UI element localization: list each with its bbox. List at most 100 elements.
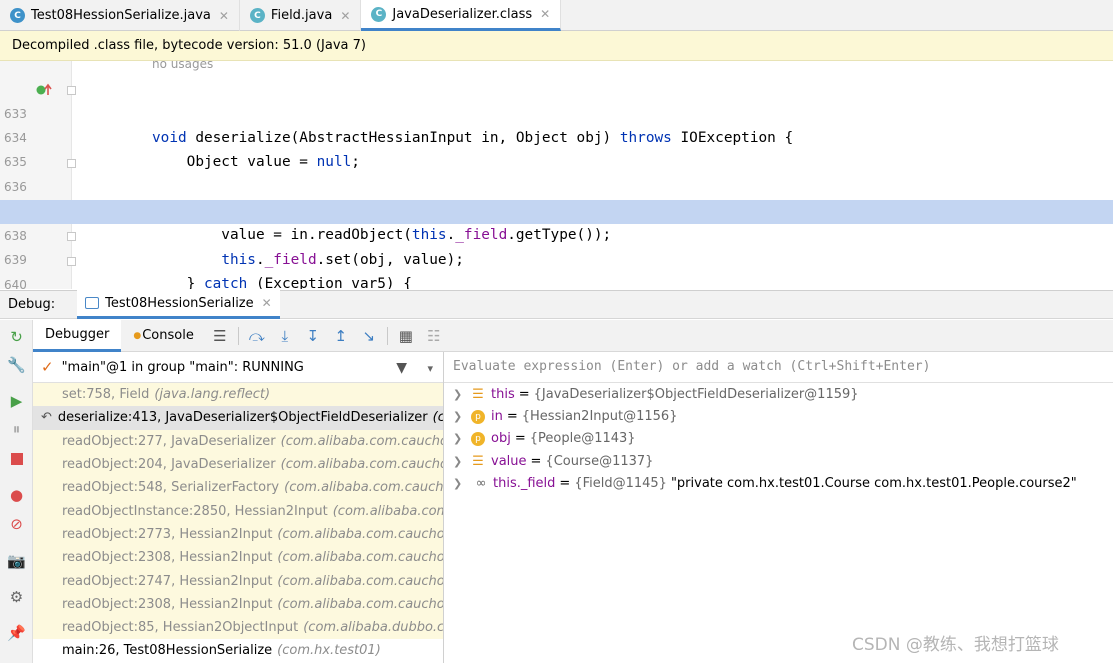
stack-frame[interactable]: set:758, Field (java.lang.reflect) [33, 383, 443, 407]
tab-test08hessionserialize[interactable]: C Test08HessionSerialize.java ✕ [0, 0, 240, 31]
fold-marker-icon[interactable] [67, 257, 76, 266]
menu-icon[interactable]: ☰ [206, 325, 234, 347]
tab-field[interactable]: C Field.java ✕ [240, 0, 362, 31]
variable-value: {Hessian2Input@1156} [521, 409, 678, 425]
stack-frame[interactable]: readObject:2308, Hessian2Input (com.aliba… [33, 546, 443, 570]
tab-label: Field.java [270, 8, 333, 23]
frame-method: deserialize:413, JavaDeserializer$Object… [57, 410, 428, 426]
session-label: Test08HessionSerialize [105, 295, 254, 311]
watermark: CSDN @教练、我想打篮球 [852, 635, 1059, 655]
stop-icon[interactable] [8, 450, 25, 467]
stack-frame[interactable]: readObject:85, Hessian2ObjectInput (com.a… [33, 615, 443, 640]
fold-marker-icon[interactable] [67, 159, 76, 168]
param-icon: p [471, 431, 485, 446]
variable-row[interactable]: ❯ ☰ this = {JavaDeserializer$ObjectField… [444, 383, 1113, 405]
frame-package: (com.alibaba.com.caucho. [280, 457, 443, 473]
variable-value: {People@1143} [529, 431, 636, 447]
usages-hint[interactable]: no usages [152, 61, 213, 71]
field-list-icon: ☰ [472, 386, 484, 402]
run-config-icon [85, 297, 100, 309]
step-over-icon[interactable]: ⤓ [271, 325, 299, 347]
view-breakpoints-icon[interactable]: ● [8, 486, 25, 504]
frame-method: readObject:2773, Hessian2Input [62, 526, 273, 542]
stack-frame-selected[interactable]: ↶ deserialize:413, JavaDeserializer$Obje… [33, 406, 443, 430]
frame-package: (co [432, 410, 443, 426]
wrench-icon[interactable]: 🔧 [7, 356, 26, 374]
frames-panel: ✓ "main"@1 in group "main": RUNNING ▼ ▾ … [33, 352, 444, 663]
step-into-icon[interactable]: ↧ [299, 325, 327, 347]
chevron-right-icon[interactable]: ❯ [453, 477, 471, 490]
frame-package: (com.alibaba.com.caucho [284, 480, 443, 496]
class-file-icon: C [249, 8, 265, 23]
tab-console[interactable]: ● Console [121, 320, 205, 352]
close-icon[interactable]: ✕ [219, 9, 229, 23]
variable-name: this [491, 386, 515, 402]
code-line: 639 } catch (Exception var5) { [0, 224, 1113, 289]
class-file-icon: C [371, 6, 387, 22]
variable-row[interactable]: ❯ ∞ this._field = {Field@1145} "private … [444, 473, 1113, 495]
variable-row[interactable]: ❯ p obj = {People@1143} [444, 428, 1113, 450]
gear-icon[interactable]: ⚙ [8, 588, 25, 606]
tab-javadeserializer[interactable]: C JavaDeserializer.class ✕ [361, 0, 562, 31]
chevron-right-icon[interactable]: ❯ [453, 455, 471, 468]
chevron-right-icon[interactable]: ❯ [453, 388, 471, 401]
stack-frame[interactable]: readObject:2747, Hessian2Input (com.aliba… [33, 569, 443, 593]
class-file-icon: C [10, 8, 25, 23]
fold-marker-icon[interactable] [67, 86, 76, 95]
param-icon: p [471, 409, 485, 424]
camera-icon[interactable]: 📷 [7, 552, 26, 570]
trace-icon[interactable]: ☷ [420, 325, 448, 347]
show-execution-point-icon[interactable]: ⤼ [243, 325, 271, 347]
toolbar-separator [386, 326, 388, 345]
run-to-cursor-icon[interactable]: ↘ [355, 325, 383, 347]
debug-tool-window-header: Debug: Test08HessionSerialize ✕ [0, 290, 1113, 319]
pin-icon[interactable]: 📌 [7, 624, 26, 642]
tab-label: Debugger [45, 326, 110, 342]
variables-panel: Evaluate expression (Enter) or add a wat… [444, 352, 1113, 663]
rerun-icon[interactable]: ↻ [8, 328, 25, 346]
editor-tab-bar: C Test08HessionSerialize.java ✕ C Field.… [0, 0, 1113, 31]
stack-frame[interactable]: readObjectInstance:2850, Hessian2Input (c… [33, 499, 443, 523]
pause-icon[interactable]: ⏸ [8, 420, 25, 438]
stack-frame[interactable]: readObject:2308, Hessian2Input (com.aliba… [33, 592, 443, 616]
step-out-icon[interactable]: ↥ [327, 325, 355, 347]
code-line: 637 value = in.readObject(this._field.ge… [0, 175, 1113, 243]
code-line-current: 638 this._field.set(obj, value); [0, 200, 1113, 268]
close-icon[interactable]: ✕ [262, 296, 272, 310]
frame-method: readObject:204, JavaDeserializer [62, 457, 276, 473]
chevron-right-icon[interactable]: ❯ [453, 410, 471, 423]
close-icon[interactable]: ✕ [340, 9, 350, 23]
chevron-down-icon[interactable]: ▾ [427, 362, 433, 375]
debug-session-tab[interactable]: Test08HessionSerialize ✕ [77, 290, 280, 319]
stack-frame[interactable]: readObject:277, JavaDeserializer (com.ali… [33, 429, 443, 453]
resume-icon[interactable]: ▶ [8, 392, 25, 410]
field-list-icon: ☰ [472, 453, 484, 469]
code-line: 640 JavaDeserializer.logDeserializeError… [0, 249, 1113, 289]
code-editor[interactable]: no usages 633 void deserialize(AbstractH… [0, 61, 1113, 289]
stack-frame[interactable]: readObject:548, SerializerFactory (com.al… [33, 476, 443, 500]
stack-frame[interactable]: readObject:204, JavaDeserializer (com.ali… [33, 452, 443, 477]
frame-method: readObject:85, Hessian2ObjectInput [62, 620, 299, 636]
evaluate-expression-icon[interactable]: ▦ [392, 325, 420, 347]
thread-selector[interactable]: ✓ "main"@1 in group "main": RUNNING ▼ ▾ [33, 352, 443, 383]
stack-frame[interactable]: readObject:2773, Hessian2Input (com.aliba… [33, 522, 443, 547]
close-icon[interactable]: ✕ [540, 7, 550, 21]
code-line: 636 try { [0, 151, 1113, 219]
frame-method: readObjectInstance:2850, Hessian2Input [62, 503, 328, 519]
stack-frame[interactable]: main:26, Test08HessionSerialize (com.hx.t… [33, 639, 443, 663]
variable-row[interactable]: ❯ p in = {Hessian2Input@1156} [444, 405, 1113, 427]
mute-breakpoints-icon[interactable]: ⊘ [8, 515, 25, 533]
override-marker-icon[interactable] [36, 83, 54, 97]
tab-debugger[interactable]: Debugger [33, 319, 122, 352]
filter-icon[interactable]: ▼ [396, 360, 407, 376]
thread-label: "main"@1 in group "main": RUNNING [61, 359, 304, 375]
evaluate-expression-input[interactable]: Evaluate expression (Enter) or add a wat… [444, 352, 1113, 383]
variable-row[interactable]: ❯ ☰ value = {Course@1137} [444, 450, 1113, 472]
chevron-right-icon[interactable]: ❯ [453, 432, 471, 445]
debug-side-toolbar: ↻ 🔧 ▶ ⏸ ● ⊘ 📷 ⚙ 📌 [0, 320, 33, 663]
debug-label: Debug: [8, 297, 56, 312]
decompiled-notice: Decompiled .class file, bytecode version… [0, 31, 1113, 61]
variable-name: in [491, 409, 503, 425]
fold-marker-icon[interactable] [67, 232, 76, 241]
frame-package: (com.alibaba.dubbo.co [303, 620, 443, 636]
